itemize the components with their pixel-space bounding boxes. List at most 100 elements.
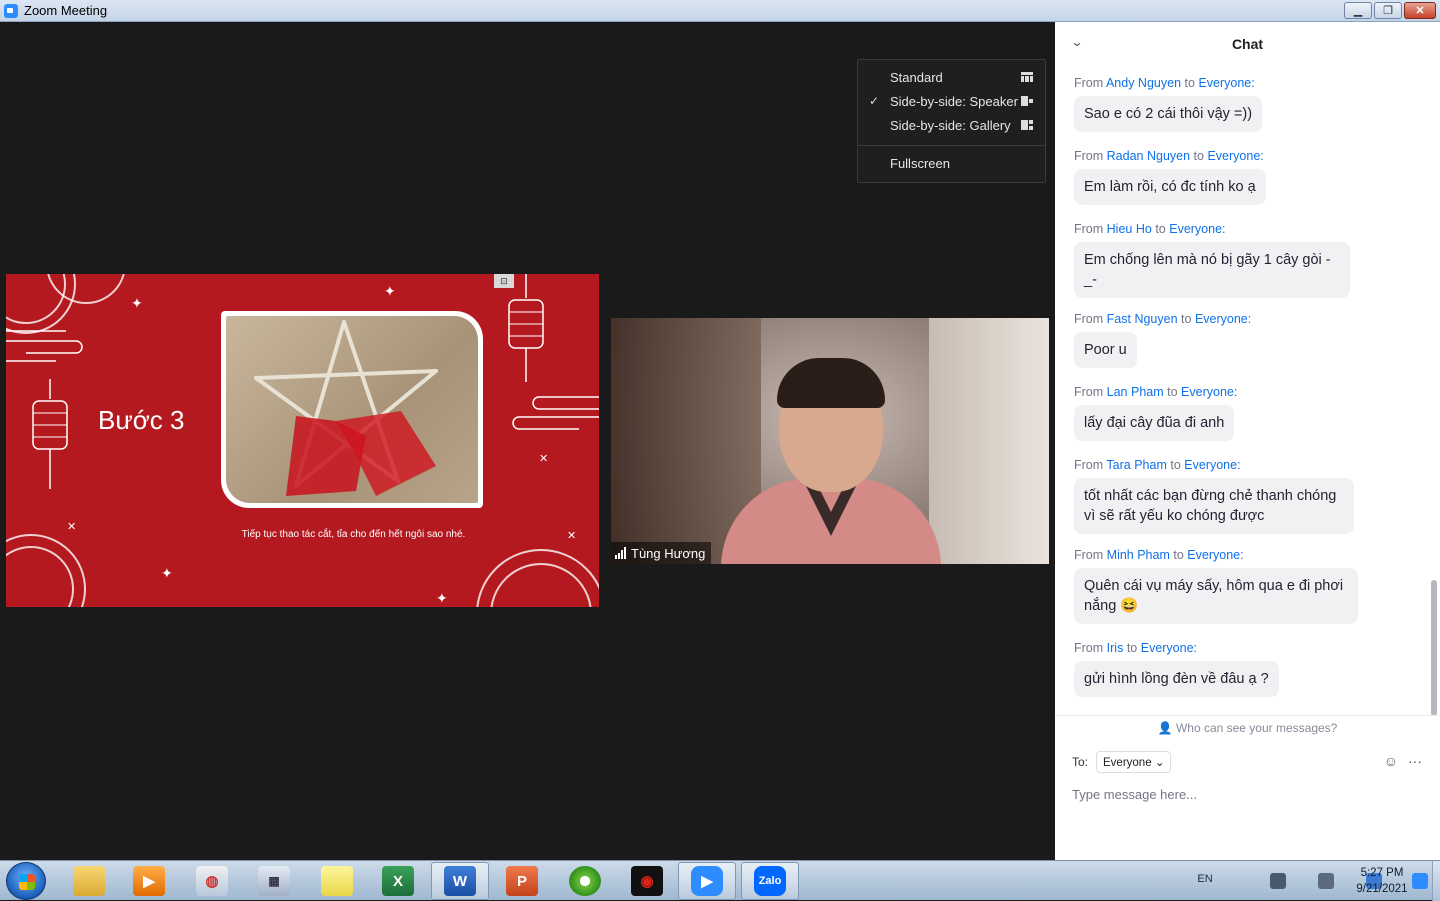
chevron-down-icon[interactable]: ⌄ xyxy=(1070,35,1083,49)
recipient-dropdown-value: Everyone xyxy=(1103,757,1152,769)
message-sender-line: From Tara Pham to Everyone: xyxy=(1074,458,1241,472)
chat-header: ⌄ Chat xyxy=(1055,22,1440,66)
message-sender-line: From Andy Nguyen to Everyone: xyxy=(1074,76,1255,90)
menu-item-label: Fullscreen xyxy=(890,155,950,171)
sparkle-decoration: ✦ xyxy=(436,590,448,606)
taskbar-app-media[interactable]: ▶ xyxy=(120,862,178,900)
menu-item-side-by-side-gallery[interactable]: Side-by-side: Gallery xyxy=(858,114,1045,136)
browser-icon xyxy=(569,866,601,896)
taskbar-app-zoom[interactable]: ▶ xyxy=(678,862,736,900)
close-button[interactable]: ✕ xyxy=(1404,2,1436,19)
taskbar-app-explorer[interactable] xyxy=(60,862,118,900)
lantern-icon xyxy=(508,274,544,382)
taskbar-app-browser[interactable] xyxy=(556,862,614,900)
lantern-icon xyxy=(32,379,68,489)
message-sender-line: From Hieu Ho to Everyone: xyxy=(1074,222,1226,236)
message-bubble[interactable]: Sao e có 2 cái thôi vậy =)) xyxy=(1074,96,1263,132)
taskbar-app-paint[interactable]: ◍ xyxy=(183,862,241,900)
chat-message-input[interactable] xyxy=(1072,782,1422,806)
sparkle-decoration: ✦ xyxy=(161,565,173,581)
message-bubble[interactable]: Quên cái vụ máy sấy, hôm qua e đi phơi n… xyxy=(1074,568,1358,624)
person-icon: 👤 xyxy=(1157,721,1173,735)
speaker-video-tile[interactable]: Tùng Hương xyxy=(611,318,1049,564)
message-bubble[interactable]: lấy đại cây đũa đi anh xyxy=(1074,405,1235,441)
sender-name[interactable]: Tara Pham xyxy=(1106,458,1166,472)
meeting-area: Standard ✓ Side-by-side: Speaker Side-by… xyxy=(0,22,1055,860)
sender-name[interactable]: Fast Nguyen xyxy=(1107,312,1178,326)
sender-name[interactable]: Minh Pham xyxy=(1107,548,1170,562)
who-can-see-messages-link[interactable]: 👤 Who can see your messages? xyxy=(1055,715,1440,737)
message-bubble[interactable]: Poor u xyxy=(1074,332,1137,368)
chat-message: From Iris to Everyone: gửi hình lồng đèn… xyxy=(1074,641,1279,697)
chat-message: From Minh Pham to Everyone: Quên cái vụ … xyxy=(1074,548,1358,624)
tray-device-icon[interactable] xyxy=(1270,873,1286,889)
volume-muted-icon[interactable] xyxy=(1318,873,1334,889)
message-bubble[interactable]: tốt nhất các bạn đừng chẻ thanh chóng vì… xyxy=(1074,478,1354,534)
chat-message: From Fast Nguyen to Everyone: Poor u xyxy=(1074,312,1251,368)
window-title-bar: Zoom Meeting ▁ ❐ ✕ xyxy=(0,0,1440,22)
message-sender-line: From Iris to Everyone: xyxy=(1074,641,1198,655)
recipient-name[interactable]: Everyone: xyxy=(1184,458,1240,472)
more-options-icon[interactable]: ··· xyxy=(1408,753,1422,769)
emoji-icon[interactable]: ☺ xyxy=(1384,753,1398,769)
message-bubble[interactable]: gửi hình lồng đèn về đâu ạ ? xyxy=(1074,661,1279,697)
slide-photo-frame xyxy=(221,311,483,508)
chat-panel: ⌄ Chat From Andy Nguyen to Everyone: Sao… xyxy=(1055,22,1440,860)
message-bubble[interactable]: Em chống lên mà nó bị gãy 1 cây gòi -_- xyxy=(1074,242,1350,298)
slide-caption: Tiếp tục thao tác cắt, tỉa cho đến hết n… xyxy=(241,529,466,540)
minimize-button[interactable]: ▁ xyxy=(1344,2,1372,19)
system-tray: EN 5:27 PM 9/21/2021 xyxy=(1090,861,1440,901)
sender-name[interactable]: Andy Nguyen xyxy=(1106,76,1181,90)
chat-scrollbar[interactable] xyxy=(1431,72,1437,716)
chat-message: From Lan Pham to Everyone: lấy đại cây đ… xyxy=(1074,385,1237,441)
taskbar-app-sticky-notes[interactable] xyxy=(308,862,366,900)
taskbar-app-excel[interactable]: X xyxy=(369,862,427,900)
star-lantern-photo xyxy=(226,316,478,503)
sparkle-decoration: ✕ xyxy=(67,521,77,533)
cloud-decoration xyxy=(512,396,599,430)
restore-button[interactable]: ❐ xyxy=(1374,2,1402,19)
zalo-icon: Zalo xyxy=(754,866,786,896)
taskbar-app-zalo[interactable]: Zalo xyxy=(741,862,799,900)
cloud-decoration xyxy=(6,330,83,362)
sender-name[interactable]: Hieu Ho xyxy=(1107,222,1152,236)
recipient-name[interactable]: Everyone: xyxy=(1169,222,1225,236)
menu-item-label: Standard xyxy=(890,69,943,85)
media-player-icon: ▶ xyxy=(133,866,165,896)
message-sender-line: From Minh Pham to Everyone: xyxy=(1074,548,1244,562)
recipient-dropdown[interactable]: Everyone ⌄ xyxy=(1096,751,1172,773)
message-bubble[interactable]: Em làm rồi, có đc tính ko ạ xyxy=(1074,169,1266,205)
menu-item-standard[interactable]: Standard xyxy=(858,66,1045,88)
menu-item-side-by-side-speaker[interactable]: ✓ Side-by-side: Speaker xyxy=(858,90,1045,112)
recipient-name[interactable]: Everyone: xyxy=(1198,76,1254,90)
gallery-view-icon xyxy=(1021,120,1033,130)
chat-message-list[interactable]: From Andy Nguyen to Everyone: Sao e có 2… xyxy=(1055,72,1440,712)
taskbar-app-powerpoint[interactable]: P xyxy=(493,862,551,900)
taskbar-app-word[interactable]: W xyxy=(431,862,489,900)
clock-date: 9/21/2021 xyxy=(1356,883,1408,895)
show-desktop-button[interactable] xyxy=(1432,861,1440,901)
system-clock[interactable]: 5:27 PM 9/21/2021 xyxy=(1342,865,1422,897)
language-indicator[interactable]: EN xyxy=(1190,873,1220,885)
recipient-name[interactable]: Everyone: xyxy=(1195,312,1251,326)
scrollbar-thumb[interactable] xyxy=(1431,580,1437,716)
speaker-view-icon xyxy=(1021,96,1033,106)
start-button[interactable] xyxy=(6,862,46,900)
garena-icon: ◉ xyxy=(631,866,663,896)
sparkle-decoration: ✦ xyxy=(384,283,396,299)
recipient-name[interactable]: Everyone: xyxy=(1141,641,1197,655)
sender-name[interactable]: Radan Nguyen xyxy=(1107,149,1190,163)
message-sender-line: From Radan Nguyen to Everyone: xyxy=(1074,149,1264,163)
taskbar-app-garena[interactable]: ◉ xyxy=(618,862,676,900)
recipient-name[interactable]: Everyone: xyxy=(1187,548,1243,562)
shared-screen-slide[interactable]: ⊡ ✦ ✦ ✦ ✦ ✕ ✕ ✕ Bước 3 Tiếp tục thao tác… xyxy=(6,274,599,607)
sender-name[interactable]: Lan Pham xyxy=(1107,385,1164,399)
slide-step-title: Bước 3 xyxy=(98,405,185,435)
sender-name[interactable]: Iris xyxy=(1107,641,1124,655)
taskbar-app-calculator[interactable]: ▦ xyxy=(245,862,303,900)
recipient-name[interactable]: Everyone: xyxy=(1207,149,1263,163)
recipient-name[interactable]: Everyone: xyxy=(1181,385,1237,399)
chat-recipient-row: To: Everyone ⌄ ☺ ··· xyxy=(1072,751,1422,773)
video-background xyxy=(929,318,1049,564)
menu-item-fullscreen[interactable]: Fullscreen xyxy=(858,152,1045,174)
